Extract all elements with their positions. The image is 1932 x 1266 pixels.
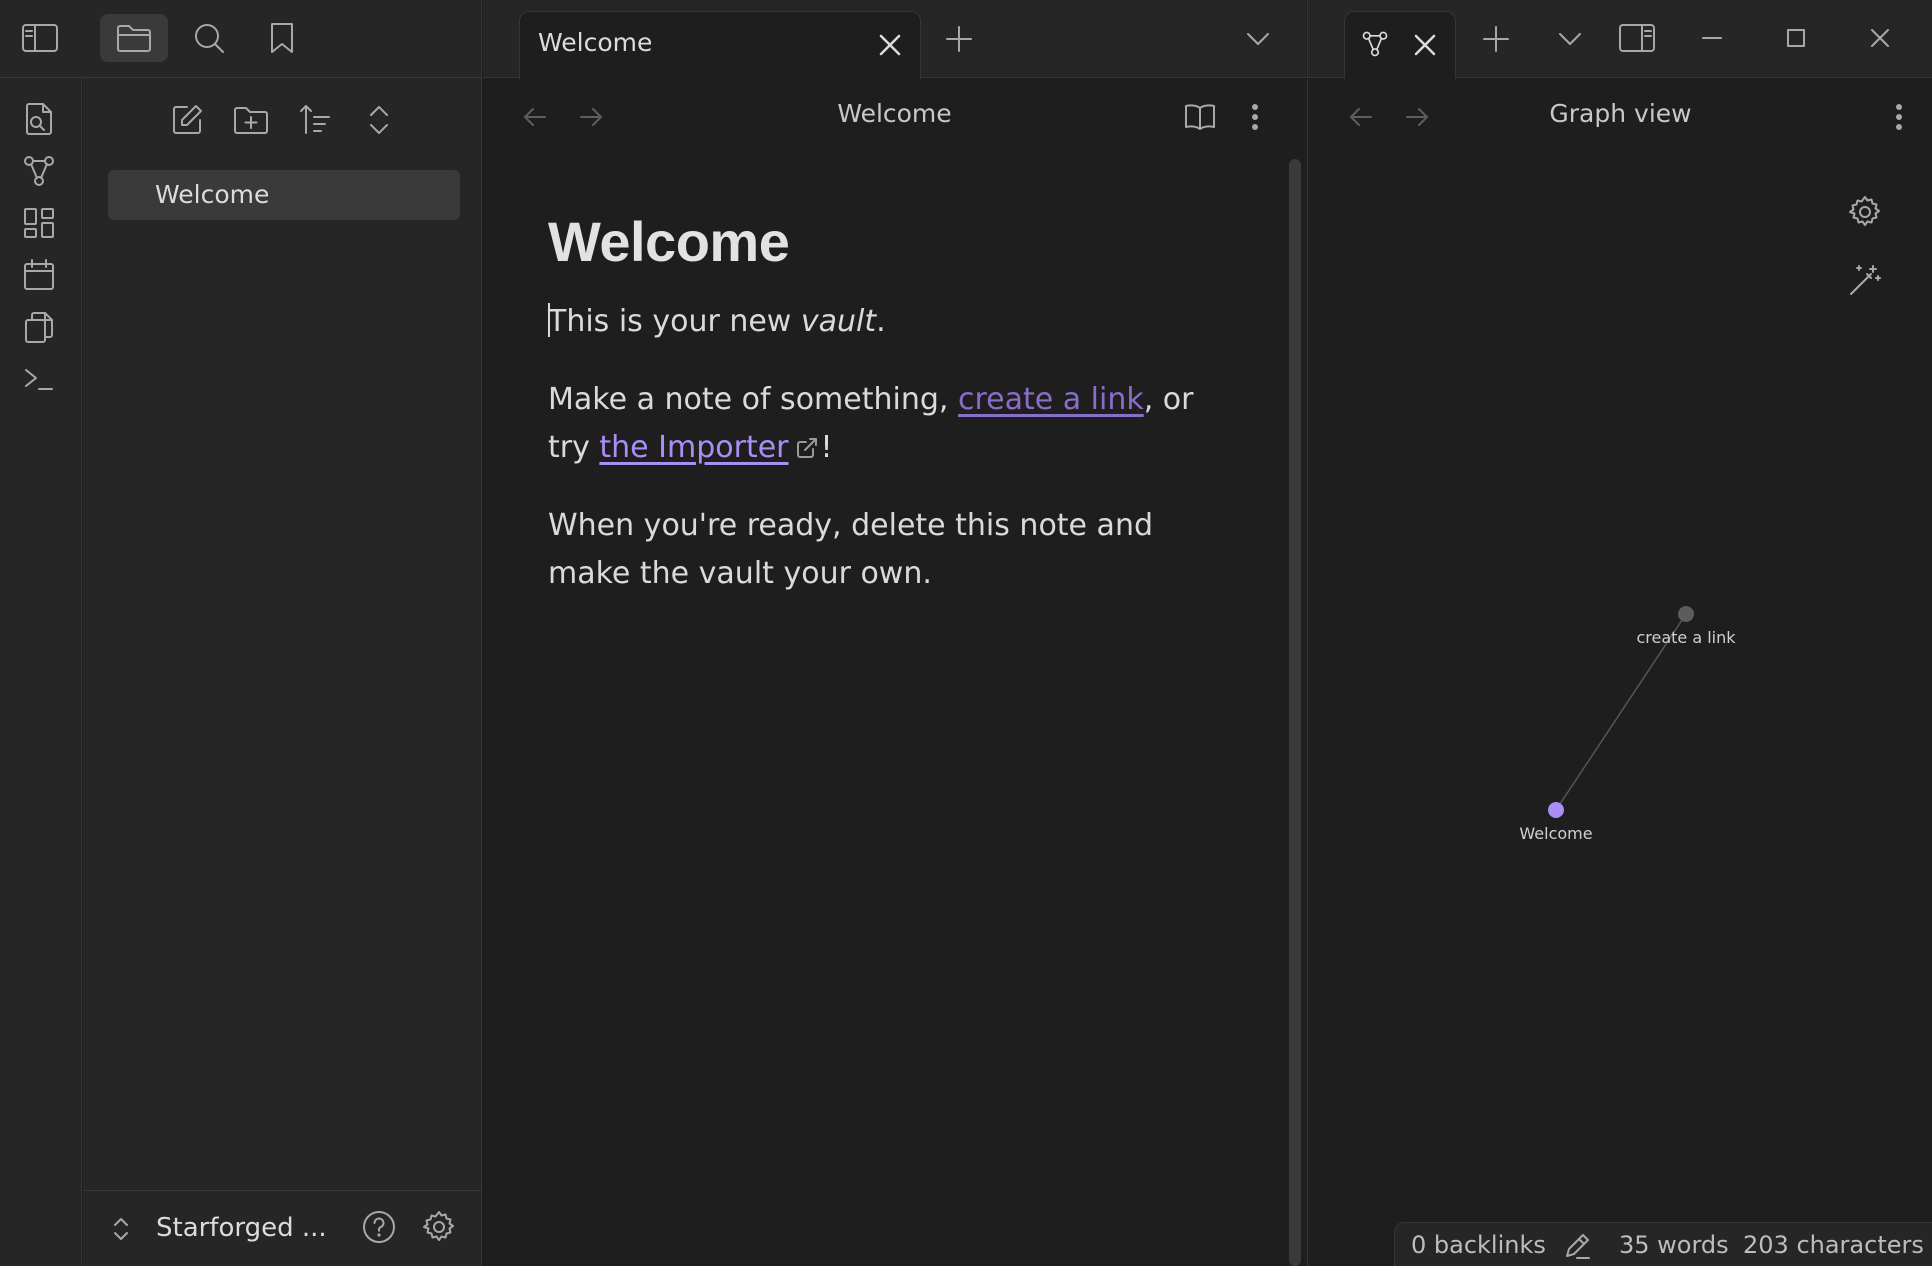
canvas-icon[interactable] — [18, 202, 60, 244]
new-note-icon[interactable] — [165, 98, 209, 142]
backlinks-count[interactable]: 0 backlinks — [1411, 1231, 1546, 1259]
note-content[interactable]: Welcome This is your new vault. Make a n… — [548, 209, 1238, 628]
file-item-label: Welcome — [155, 180, 270, 209]
internal-link[interactable]: create a link — [958, 382, 1144, 417]
search-icon[interactable] — [175, 14, 243, 62]
maximize-icon[interactable] — [1778, 20, 1814, 56]
graph-settings-gear-icon[interactable] — [1847, 194, 1883, 230]
new-folder-icon[interactable] — [229, 98, 273, 142]
expand-collapse-icon[interactable] — [357, 98, 401, 142]
close-tab-icon[interactable] — [1407, 27, 1443, 63]
graph-node-create-link[interactable] — [1678, 606, 1694, 622]
minimize-icon[interactable] — [1694, 20, 1730, 56]
external-link-icon — [795, 436, 819, 460]
text-span: . — [876, 304, 886, 339]
graph-icon[interactable] — [18, 150, 60, 192]
sidebar-right-icon[interactable] — [1614, 20, 1660, 56]
right-tab-bar — [1307, 0, 1932, 79]
word-count: 35 words — [1619, 1231, 1729, 1259]
more-vertical-icon[interactable] — [1235, 97, 1275, 137]
new-tab-plus-icon[interactable] — [941, 21, 977, 57]
italic-text: vault — [800, 304, 877, 339]
new-tab-plus-icon[interactable] — [1478, 21, 1514, 57]
graph-view: create a link Welcome Graph view — [1307, 79, 1932, 1266]
note-title: Welcome — [548, 210, 790, 273]
note-paragraph-3: When you're ready, delete this note and … — [548, 508, 1153, 591]
status-bar: 0 backlinks 35 words 203 characters — [1394, 1222, 1932, 1266]
text-span: ! — [820, 430, 833, 465]
vault-switcher-icon[interactable] — [111, 1215, 131, 1243]
graph-icon — [1361, 30, 1389, 58]
help-icon[interactable] — [361, 1209, 397, 1245]
note-paragraph-2: Make a note of something, create a link,… — [548, 376, 1238, 472]
pencil-icon[interactable] — [1563, 1232, 1591, 1260]
graph-node-label: Welcome — [1519, 824, 1592, 843]
view-header-title[interactable]: Graph view — [1308, 99, 1932, 128]
text-span: Make a note of something, — [548, 382, 958, 417]
center-tab-bar: Welcome — [483, 0, 1306, 79]
file-item-welcome[interactable]: Welcome — [108, 170, 460, 220]
calendar-icon[interactable] — [18, 254, 60, 296]
terminal-icon[interactable] — [18, 358, 60, 400]
graph-node-welcome[interactable] — [1548, 802, 1564, 818]
window-close-icon[interactable] — [1862, 20, 1898, 56]
ribbon — [0, 78, 82, 1266]
file-explorer: Welcome Starforged ... — [83, 78, 482, 1266]
magic-wand-icon[interactable] — [1847, 262, 1883, 298]
character-count: 203 characters — [1743, 1231, 1924, 1259]
text-span: This is your new — [548, 304, 801, 339]
folder-icon[interactable] — [100, 14, 168, 62]
scrollbar[interactable] — [1289, 159, 1301, 1266]
note-paragraph-1: This is your new vault. — [548, 298, 1238, 346]
external-link[interactable]: the Importer — [599, 430, 788, 465]
tab-list-chevron-down-icon[interactable] — [1240, 21, 1276, 57]
book-open-icon[interactable] — [1180, 97, 1220, 137]
vault-bar: Starforged ... — [83, 1190, 482, 1266]
sidebar-toggle-icon[interactable] — [6, 14, 74, 62]
tab-list-chevron-down-icon[interactable] — [1552, 21, 1588, 57]
templates-icon[interactable] — [18, 306, 60, 348]
tab-welcome[interactable]: Welcome — [519, 11, 921, 79]
close-tab-icon[interactable] — [872, 27, 908, 63]
graph-canvas[interactable]: create a link Welcome — [1308, 79, 1932, 1266]
editor-view: Welcome Welcome This is your new vault. … — [483, 79, 1306, 1266]
vault-name[interactable]: Starforged ... — [156, 1213, 327, 1243]
tab-label: Welcome — [538, 28, 653, 57]
tab-graph-view[interactable] — [1344, 11, 1456, 79]
sort-icon[interactable] — [293, 98, 337, 142]
left-toolbar — [0, 0, 482, 78]
bookmark-icon[interactable] — [248, 14, 316, 62]
settings-gear-icon[interactable] — [421, 1209, 457, 1245]
more-vertical-icon[interactable] — [1879, 97, 1919, 137]
quick-switcher-icon[interactable] — [18, 98, 60, 140]
graph-node-label: create a link — [1636, 628, 1736, 647]
